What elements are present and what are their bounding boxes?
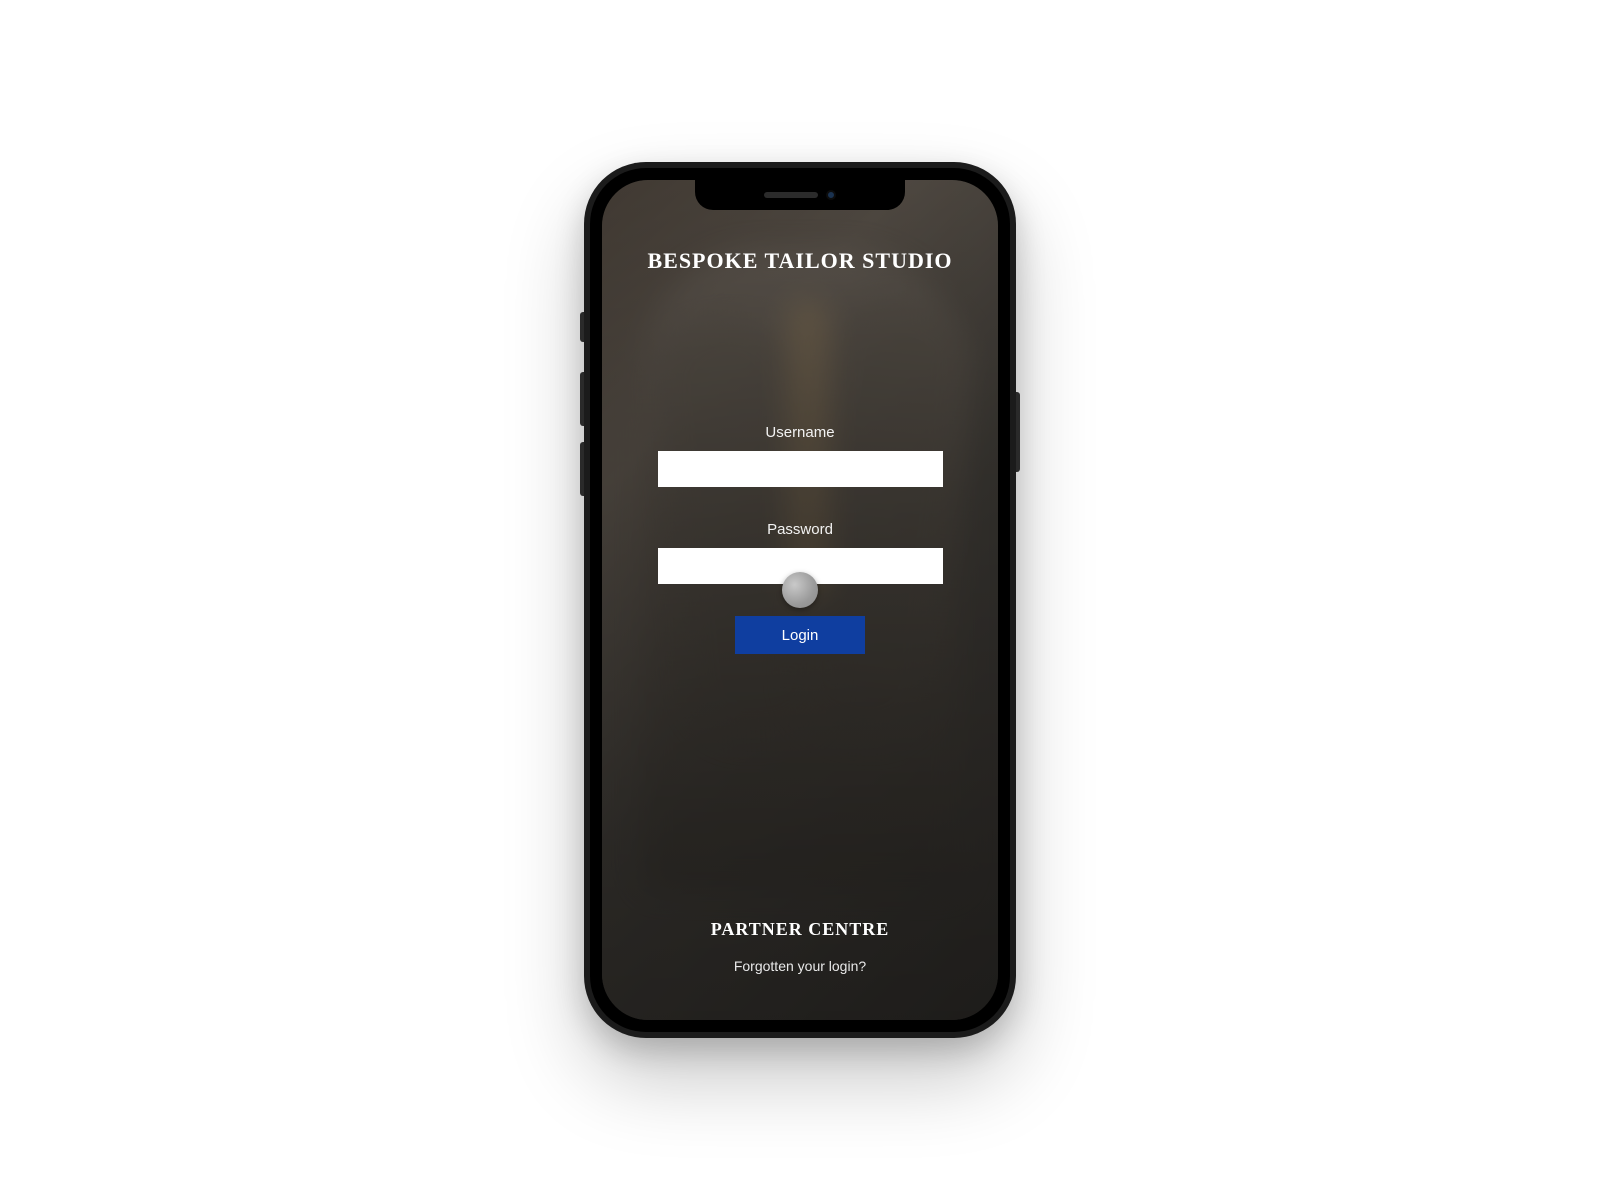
login-form: Username Password Login xyxy=(630,424,970,654)
phone-volume-down-button xyxy=(580,442,584,496)
app-title: BESPOKE TAILOR STUDIO xyxy=(647,248,952,274)
forgot-login-link[interactable]: Forgotten your login? xyxy=(734,958,866,974)
app-content: BESPOKE TAILOR STUDIO Username Password … xyxy=(602,180,998,1020)
app-screen: BESPOKE TAILOR STUDIO Username Password … xyxy=(602,180,998,1020)
phone-silence-switch xyxy=(580,312,584,342)
loading-spinner-icon xyxy=(782,572,818,608)
password-label: Password xyxy=(767,521,833,538)
footer: PARTNER CENTRE Forgotten your login? xyxy=(602,919,998,976)
phone-front-camera-icon xyxy=(826,190,836,200)
username-label: Username xyxy=(765,424,834,441)
username-input[interactable] xyxy=(658,451,943,487)
phone-volume-up-button xyxy=(580,372,584,426)
phone-notch xyxy=(695,180,905,210)
phone-power-button xyxy=(1016,392,1020,472)
login-button[interactable]: Login xyxy=(735,616,865,654)
phone-speaker xyxy=(764,192,818,198)
footer-title: PARTNER CENTRE xyxy=(602,919,998,940)
stage: BESPOKE TAILOR STUDIO Username Password … xyxy=(0,0,1600,1200)
phone-frame: BESPOKE TAILOR STUDIO Username Password … xyxy=(584,162,1016,1038)
